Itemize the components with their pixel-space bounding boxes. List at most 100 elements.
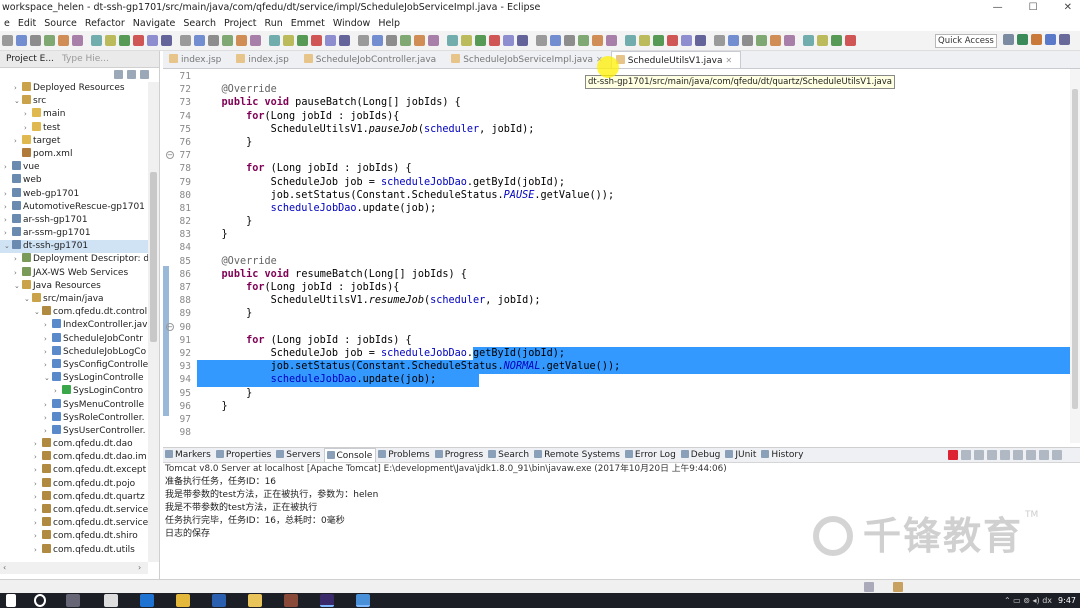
toolbar-button-icon[interactable] [269, 35, 280, 46]
terminate-icon[interactable] [948, 450, 958, 460]
toolbar-button-icon[interactable] [119, 35, 130, 46]
panel-tab[interactable]: Console [323, 448, 377, 462]
tree-item[interactable]: › target [0, 134, 148, 148]
view-menu-icon[interactable] [140, 70, 149, 79]
expand-toggle-icon[interactable]: › [44, 399, 52, 412]
tree-item[interactable]: › ScheduleJobContr [0, 332, 148, 346]
code-line[interactable] [197, 241, 1070, 254]
toolbar-button-icon[interactable] [784, 35, 795, 46]
toolbar-button-icon[interactable] [386, 35, 397, 46]
eclipse-icon[interactable] [320, 594, 334, 607]
toolbar-button-icon[interactable] [400, 35, 411, 46]
editor-tab[interactable]: ScheduleJobController.java [300, 51, 447, 68]
link-editor-icon[interactable] [127, 70, 136, 79]
tree-item[interactable]: › JAX-WS Web Services [0, 266, 148, 280]
panel-tab[interactable]: History [759, 448, 806, 462]
code-line[interactable]: job.setStatus(Constant.ScheduleStatus.NO… [197, 360, 1070, 373]
toolbar-button-icon[interactable] [517, 35, 528, 46]
toolbar-button-icon[interactable] [147, 35, 158, 46]
tree-item[interactable]: › ar-ssm-gp1701 [0, 227, 148, 240]
tree-item[interactable]: › IndexController.jav [0, 319, 148, 332]
menu-edit[interactable]: Edit [14, 16, 40, 31]
pin-console-icon[interactable] [1000, 450, 1010, 460]
debug-perspective-icon[interactable] [1031, 34, 1042, 45]
expand-toggle-icon[interactable]: › [24, 108, 32, 121]
expand-toggle-icon[interactable]: ⌄ [14, 95, 22, 108]
toolbar-button-icon[interactable] [58, 35, 69, 46]
expand-toggle-icon[interactable]: › [4, 201, 12, 214]
code-line[interactable]: for (Long jobId : jobIds) { [197, 334, 1070, 347]
remove-launch-icon[interactable] [961, 450, 971, 460]
toolbar-button-icon[interactable] [461, 35, 472, 46]
toolbar-button-icon[interactable] [475, 35, 486, 46]
quick-access-input[interactable]: Quick Access [935, 34, 997, 48]
panel-tab[interactable]: Markers [163, 448, 214, 462]
tree-item[interactable]: › Deployed Resources [0, 82, 148, 95]
expand-toggle-icon[interactable]: ⌄ [44, 372, 52, 385]
toolbar-button-icon[interactable] [592, 35, 603, 46]
chrome-browser-icon[interactable] [176, 594, 190, 607]
tree-item[interactable]: ⌄ SysLoginControlle [0, 372, 148, 385]
toolbar-button-icon[interactable] [447, 35, 458, 46]
toolbar-button-icon[interactable] [695, 35, 706, 46]
toolbar-button-icon[interactable] [105, 35, 116, 46]
tree-item[interactable]: ⌄ dt-ssh-gp1701 [0, 240, 148, 254]
menu-emmet[interactable]: Emmet [287, 16, 329, 31]
expand-toggle-icon[interactable]: › [34, 438, 42, 451]
tree-item[interactable]: › com.qfedu.dt.service [0, 517, 148, 530]
menu-help[interactable]: Help [374, 16, 404, 31]
panel-tab[interactable]: JUnit [723, 448, 759, 462]
code-line[interactable] [197, 149, 1070, 162]
scroll-left-icon[interactable]: ‹ [3, 562, 6, 574]
toolbar-button-icon[interactable] [845, 35, 856, 46]
expand-toggle-icon[interactable]: ⌄ [34, 306, 42, 319]
menu-refactor[interactable]: Refactor [81, 16, 129, 31]
toolbar-button-icon[interactable] [489, 35, 500, 46]
code-line[interactable]: public void resumeBatch(Long[] jobIds) { [197, 268, 1070, 281]
toolbar-button-icon[interactable] [714, 35, 725, 46]
expand-toggle-icon[interactable]: › [34, 544, 42, 557]
menu-run[interactable]: Run [261, 16, 287, 31]
toolbar-button-icon[interactable] [297, 35, 308, 46]
search-icon[interactable] [34, 594, 46, 607]
code-line[interactable]: for (Long jobId : jobIds) { [197, 162, 1070, 175]
code-line[interactable]: scheduleJobDao.update(job); [197, 373, 1070, 386]
scroll-lock-icon[interactable] [987, 450, 997, 460]
tree-item[interactable]: › com.qfedu.dt.pojo [0, 477, 148, 491]
panel-tab[interactable]: Servers [274, 448, 323, 462]
expand-toggle-icon[interactable]: › [14, 267, 22, 280]
expand-toggle-icon[interactable]: › [4, 188, 12, 201]
toolbar-button-icon[interactable] [222, 35, 233, 46]
project-tree-scrollbar[interactable] [148, 82, 159, 562]
close-button[interactable]: ✕ [1064, 0, 1072, 16]
java-perspective-icon[interactable] [1045, 34, 1056, 45]
code-line[interactable]: } [197, 136, 1070, 149]
editor-tab[interactable]: index.jsp [165, 51, 232, 68]
tree-item[interactable]: › SysUserController. [0, 424, 148, 438]
expand-toggle-icon[interactable]: › [54, 385, 62, 398]
expand-toggle-icon[interactable]: › [14, 253, 22, 266]
toolbar-button-icon[interactable] [803, 35, 814, 46]
expand-toggle-icon[interactable]: › [14, 135, 22, 148]
editor-tab[interactable]: ScheduleUtilsV1.java ✕ [610, 51, 742, 68]
expand-toggle-icon[interactable]: › [34, 451, 42, 464]
tree-item[interactable]: › main [0, 108, 148, 121]
tree-item[interactable]: › SysLoginContro [0, 385, 148, 398]
tree-item[interactable]: web [0, 174, 148, 187]
windows-start-icon[interactable] [6, 594, 16, 607]
tree-item[interactable]: › ar-ssh-gp1701 [0, 213, 148, 227]
toolbar-button-icon[interactable] [339, 35, 350, 46]
open-perspective-icon[interactable] [1003, 34, 1014, 45]
code-line[interactable] [197, 426, 1070, 439]
toolbar-button-icon[interactable] [550, 35, 561, 46]
expand-toggle-icon[interactable]: › [34, 504, 42, 517]
file-explorer-icon[interactable] [248, 594, 262, 607]
menu-window[interactable]: Window [329, 16, 374, 31]
tab-type-hierarchy[interactable]: Type Hie... [58, 51, 113, 67]
toolbar-button-icon[interactable] [311, 35, 322, 46]
menu-search[interactable]: Search [179, 16, 220, 31]
toolbar-button-icon[interactable] [536, 35, 547, 46]
panel-tab[interactable]: Debug [679, 448, 724, 462]
toolbar-button-icon[interactable] [194, 35, 205, 46]
toolbar-button-icon[interactable] [72, 35, 83, 46]
